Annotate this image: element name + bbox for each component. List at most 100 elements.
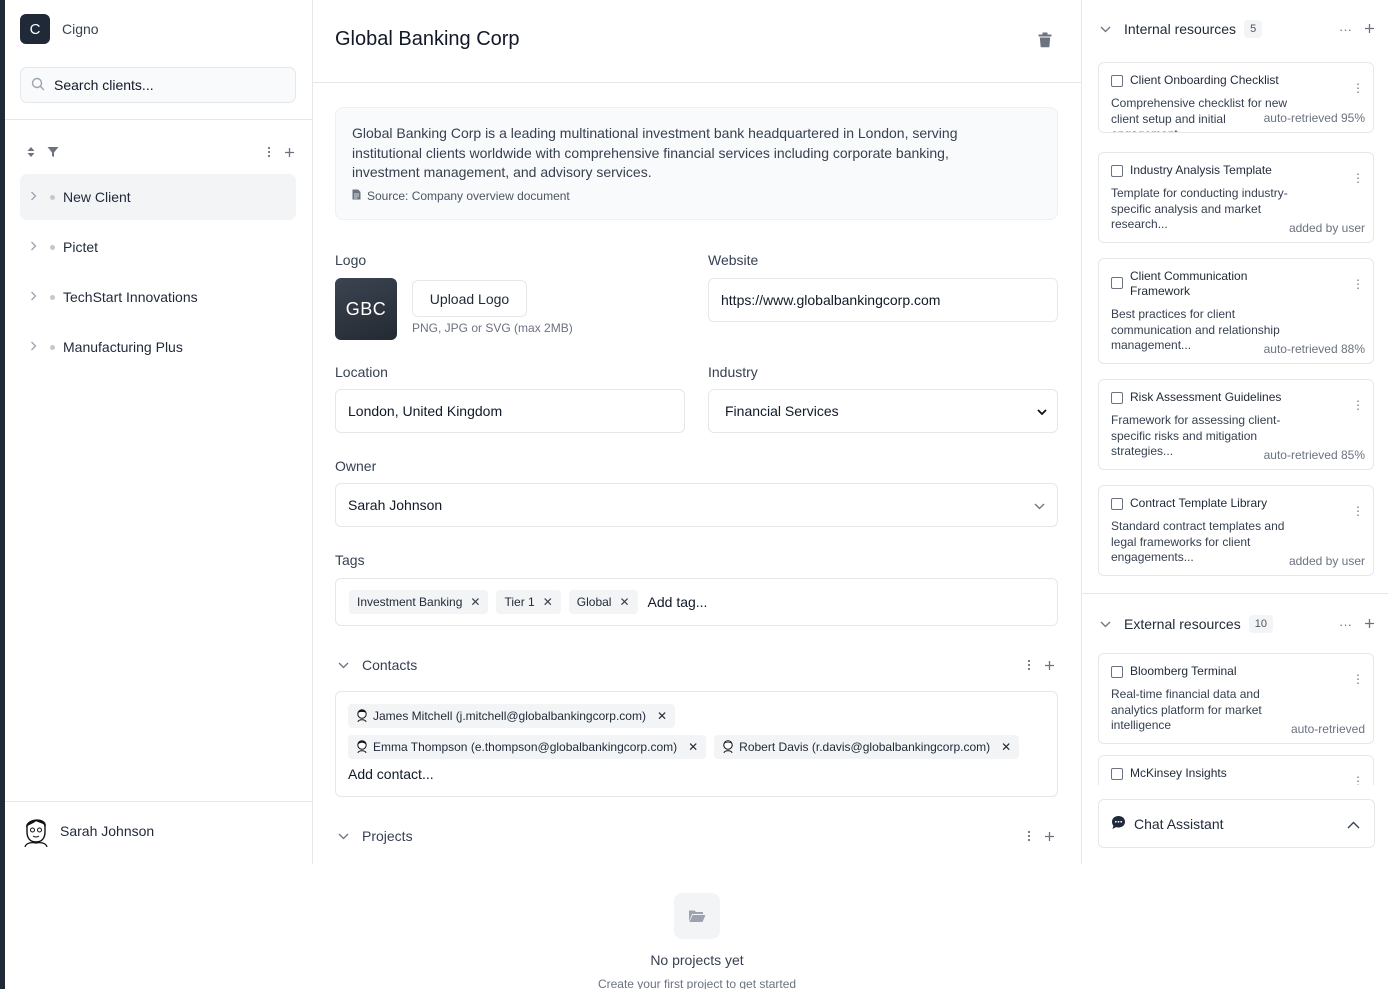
contact-chip: James Mitchell (j.mitchell@globalbanking… xyxy=(348,704,676,728)
resource-card[interactable]: Bloomberg Terminal ⋮ Real-time financial… xyxy=(1098,653,1374,744)
client-item[interactable]: New Client xyxy=(20,174,296,220)
client-name: New Client xyxy=(63,189,131,205)
remove-tag-icon[interactable]: ✕ xyxy=(619,595,629,609)
owner-select[interactable]: Sarah Johnson xyxy=(335,483,1058,527)
chevron-up-icon[interactable] xyxy=(1347,816,1360,832)
chevron-right-icon[interactable] xyxy=(30,240,44,254)
sort-icon[interactable] xyxy=(22,143,40,161)
add-contact-icon[interactable] xyxy=(1040,656,1058,674)
client-item[interactable]: TechStart Innovations xyxy=(20,274,296,320)
page-header: Global Banking Corp xyxy=(313,0,1081,83)
projects-header[interactable]: Projects xyxy=(335,826,1058,846)
more-vertical-icon[interactable]: ⋮ xyxy=(1352,81,1364,95)
client-item[interactable]: Pictet xyxy=(20,224,296,270)
filter-icon[interactable] xyxy=(44,143,62,161)
resource-meta: added by user xyxy=(1288,221,1365,235)
more-horizontal-icon[interactable]: ··· xyxy=(1339,22,1352,37)
sidebar: C Cigno Search clients... New Client Pic… xyxy=(5,0,313,864)
contacts-header[interactable]: Contacts xyxy=(335,655,1058,675)
client-logo: GBC xyxy=(335,278,397,340)
client-list: New Client Pictet TechStart Innovations … xyxy=(20,174,296,374)
chevron-down-icon[interactable] xyxy=(1100,22,1114,36)
website-field[interactable]: https://www.globalbankingcorp.com xyxy=(708,278,1058,322)
more-vertical-icon[interactable] xyxy=(1020,656,1038,674)
upload-logo-button[interactable]: Upload Logo xyxy=(412,280,527,317)
internal-resources-header[interactable]: Internal resources 5 ··· xyxy=(1100,17,1375,41)
chevron-down-icon[interactable] xyxy=(338,829,354,843)
avatar xyxy=(722,739,734,756)
brand-logo: C xyxy=(20,14,50,44)
location-field[interactable]: London, United Kingdom xyxy=(335,389,685,433)
resource-checkbox[interactable] xyxy=(1111,165,1123,177)
page-title: Global Banking Corp xyxy=(335,28,520,50)
client-item[interactable]: Manufacturing Plus xyxy=(20,324,296,370)
resource-card[interactable]: Industry Analysis Template ⋮ Template fo… xyxy=(1098,152,1374,243)
status-dot xyxy=(50,244,55,250)
brand-name: Cigno xyxy=(62,21,99,37)
more-vertical-icon[interactable]: ⋮ xyxy=(1352,672,1364,686)
resource-card[interactable]: Client Onboarding Checklist ⋮ Comprehens… xyxy=(1098,62,1374,133)
add-project-icon[interactable] xyxy=(1040,827,1058,845)
remove-contact-icon[interactable]: ✕ xyxy=(688,740,698,754)
avatar xyxy=(21,815,51,848)
more-vertical-icon[interactable]: ⋮ xyxy=(1352,277,1364,291)
folder-open-icon xyxy=(674,893,720,939)
remove-contact-icon[interactable]: ✕ xyxy=(657,709,667,723)
client-detail: Global Banking Corp Global Banking Corp … xyxy=(313,0,1081,989)
more-vertical-icon[interactable] xyxy=(1020,827,1038,845)
resource-meta: auto-retrieved 85% xyxy=(1263,448,1365,462)
resource-card[interactable]: Client Communication Framework ⋮ Best pr… xyxy=(1098,258,1374,364)
contacts-input[interactable]: James Mitchell (j.mitchell@globalbanking… xyxy=(335,691,1058,797)
chevron-down-icon[interactable] xyxy=(338,658,354,672)
remove-tag-icon[interactable]: ✕ xyxy=(470,595,480,609)
resource-checkbox[interactable] xyxy=(1111,392,1123,404)
remove-contact-icon[interactable]: ✕ xyxy=(1001,740,1011,754)
chevron-down-icon[interactable] xyxy=(1100,617,1114,631)
count-badge: 5 xyxy=(1244,20,1263,38)
resource-card[interactable]: Risk Assessment Guidelines ⋮ Framework f… xyxy=(1098,379,1374,470)
sidebar-divider xyxy=(5,801,312,802)
resource-checkbox[interactable] xyxy=(1111,666,1123,678)
resource-card[interactable]: Contract Template Library ⋮ Standard con… xyxy=(1098,485,1374,576)
more-vertical-icon[interactable]: ⋮ xyxy=(1352,171,1364,185)
chevron-down-icon xyxy=(1034,497,1045,513)
chevron-down-icon xyxy=(1037,403,1047,419)
owner-label: Owner xyxy=(335,458,377,474)
resource-checkbox[interactable] xyxy=(1111,498,1123,510)
tags-input[interactable]: Investment Banking ✕ Tier 1 ✕ Global ✕ A… xyxy=(335,578,1058,626)
external-resources-header[interactable]: External resources 10 ··· xyxy=(1100,612,1375,636)
chevron-right-icon[interactable] xyxy=(30,190,44,204)
panel-divider xyxy=(1082,593,1388,594)
resource-checkbox[interactable] xyxy=(1111,277,1123,289)
more-vertical-icon[interactable]: ⋮ xyxy=(1352,398,1364,412)
more-vertical-icon[interactable]: ⋮ xyxy=(1352,504,1364,518)
remove-tag-icon[interactable]: ✕ xyxy=(543,595,553,609)
more-horizontal-icon[interactable]: ··· xyxy=(1339,617,1352,632)
chat-assistant-bar[interactable]: Chat Assistant xyxy=(1098,799,1375,848)
search-input[interactable]: Search clients... xyxy=(20,67,296,103)
tag-label: Tier 1 xyxy=(504,595,535,609)
trash-icon[interactable] xyxy=(1038,32,1054,50)
resource-checkbox[interactable] xyxy=(1111,768,1123,780)
user-profile[interactable]: Sarah Johnson xyxy=(21,815,154,848)
tag-chip: Investment Banking ✕ xyxy=(349,590,489,614)
chevron-right-icon[interactable] xyxy=(30,290,44,304)
contact-label: James Mitchell (j.mitchell@globalbanking… xyxy=(373,709,646,723)
chevron-right-icon[interactable] xyxy=(30,340,44,354)
upload-hint: PNG, JPG or SVG (max 2MB) xyxy=(412,321,573,335)
contact-chip: Emma Thompson (e.thompson@globalbankingc… xyxy=(348,735,707,759)
add-tag-input[interactable]: Add tag... xyxy=(648,594,708,610)
resource-title: Contract Template Library xyxy=(1130,496,1268,510)
add-contact-input[interactable]: Add contact... xyxy=(348,766,1045,782)
more-vertical-icon[interactable] xyxy=(260,143,278,161)
resource-checkbox[interactable] xyxy=(1111,75,1123,87)
resource-meta: added by user xyxy=(1288,554,1365,568)
count-badge: 10 xyxy=(1248,615,1273,633)
industry-select[interactable]: Financial Services xyxy=(708,389,1058,433)
tag-chip: Tier 1 ✕ xyxy=(496,590,561,614)
resources-panel: Internal resources 5 ··· Client Onboardi… xyxy=(1081,0,1388,864)
client-name: TechStart Innovations xyxy=(63,289,198,305)
add-client-icon[interactable] xyxy=(280,143,298,161)
add-resource-icon[interactable] xyxy=(1364,22,1375,37)
add-resource-icon[interactable] xyxy=(1364,617,1375,632)
